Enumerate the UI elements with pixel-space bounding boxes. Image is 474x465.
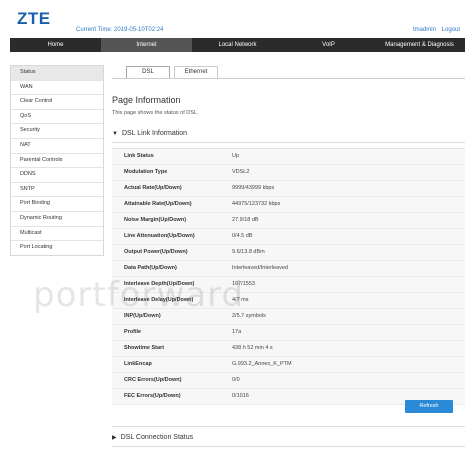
sidebar-item-status[interactable]: Status (11, 66, 103, 81)
row-label: Profile (124, 329, 142, 335)
table-row: Showtime Start 438 h 52 min 4 s (112, 341, 465, 357)
page-description: This page shows the status of DSL. (112, 110, 199, 116)
row-value: 44975/123732 kbps (232, 201, 281, 207)
sidebar-item-security[interactable]: Security (11, 124, 103, 139)
refresh-button[interactable]: Refresh (405, 400, 453, 413)
nav-voip[interactable]: VoIP (283, 38, 374, 52)
table-row: Line Attenuation(Up/Down) 0/4.5 dB (112, 229, 465, 245)
row-value: VDSL2 (232, 169, 250, 175)
row-label: CRC Errors(Up/Down) (124, 377, 182, 383)
row-label: INP(Up/Down) (124, 313, 161, 319)
row-label: Attainable Rate(Up/Down) (124, 201, 192, 207)
sidebar-item-wan[interactable]: WAN (11, 81, 103, 96)
section-divider (112, 446, 465, 447)
row-value: G.993.2_Annex_K_PTM (232, 361, 292, 367)
row-label: Showtime Start (124, 345, 165, 351)
row-value: Up (232, 153, 240, 159)
section-divider (112, 426, 465, 427)
sidebar-item-dynamic-routing[interactable]: Dynamic Routing (11, 212, 103, 227)
row-value: Interleaved/Interleaved (232, 265, 288, 271)
row-value: 0/4.5 dB (232, 233, 253, 239)
page-title: Page Information (112, 95, 181, 105)
sidebar-item-port-locating[interactable]: Port Locating (11, 241, 103, 255)
row-label: Interleave Depth(Up/Down) (124, 281, 195, 287)
collapsed-triangle-icon: ▶ (112, 435, 117, 441)
section-title: DSL Link Information (121, 130, 188, 137)
row-label: Output Power(Up/Down) (124, 249, 188, 255)
row-value: 9999/43999 kbps (232, 185, 275, 191)
table-row: LinkEncap G.993.2_Annex_K_PTM (112, 357, 465, 373)
row-label: Actual Rate(Up/Down) (124, 185, 182, 191)
row-value: 9.6/13.8 dBm (232, 249, 265, 255)
table-row: Attainable Rate(Up/Down) 44975/123732 kbp… (112, 197, 465, 213)
tab-divider (112, 78, 465, 79)
row-value: 167/1553 (232, 281, 255, 287)
table-row: Actual Rate(Up/Down) 9999/43999 kbps (112, 181, 465, 197)
table-row: Data Path(Up/Down) Interleaved/Interleave… (112, 261, 465, 277)
sidebar-item-port-binding[interactable]: Port Binding (11, 197, 103, 212)
sidebar-item-parental-controls[interactable]: Parental Controls (11, 154, 103, 169)
dsl-info-table: Link Status Up Modulation Type VDSL2 Actua… (112, 148, 465, 405)
tab-ethernet[interactable]: Ethernet (174, 66, 218, 78)
sidebar-item-clear-control[interactable]: Clear Control (11, 95, 103, 110)
table-row: Modulation Type VDSL2 (112, 165, 465, 181)
nav-management-diagnosis[interactable]: Management & Diagnosis (374, 38, 465, 52)
table-row: Interleave Delay(Up/Down) 4/7 ms (112, 293, 465, 309)
current-time: Current Time: 2019-05-10T02:24 (76, 27, 164, 33)
table-row: Output Power(Up/Down) 9.6/13.8 dBm (112, 245, 465, 261)
nav-internet[interactable]: Internet (101, 38, 192, 52)
dsl-link-info-header[interactable]: ▼ DSL Link Information (112, 130, 187, 137)
row-value: 0/1016 (232, 393, 249, 399)
row-label: Data Path(Up/Down) (124, 265, 177, 271)
row-label: FEC Errors(Up/Down) (124, 393, 181, 399)
table-row: Profile 17a (112, 325, 465, 341)
logout-link[interactable]: Logout (442, 27, 460, 33)
row-label: Noise Margin(Up/Down) (124, 217, 187, 223)
table-row: Link Status Up (112, 149, 465, 165)
user-box: tmadmin Logout (409, 27, 460, 33)
table-row: INP(Up/Down) 2/5.7 symbols (112, 309, 465, 325)
row-label: Link Status (124, 153, 154, 159)
row-value: 27.9/18 dB (232, 217, 259, 223)
expanded-triangle-icon: ▼ (112, 131, 118, 137)
row-value: 2/5.7 symbols (232, 313, 266, 319)
tab-dsl[interactable]: DSL (126, 66, 170, 78)
table-row: Interleave Depth(Up/Down) 167/1553 (112, 277, 465, 293)
row-label: Line Attenuation(Up/Down) (124, 233, 195, 239)
nav-home[interactable]: Home (10, 38, 101, 52)
sidebar-item-multicast[interactable]: Multicast (11, 227, 103, 242)
row-value: 0/0 (232, 377, 240, 383)
table-row: CRC Errors(Up/Down) 0/0 (112, 373, 465, 389)
row-value: 438 h 52 min 4 s (232, 345, 273, 351)
section-divider (112, 142, 465, 143)
row-label: LinkEncap (124, 361, 152, 367)
sidebar-item-sntp[interactable]: SNTP (11, 183, 103, 198)
row-value: 17a (232, 329, 242, 335)
nav-local-network[interactable]: Local Network (192, 38, 283, 52)
row-label: Interleave Delay(Up/Down) (124, 297, 194, 303)
sidebar-item-qos[interactable]: QoS (11, 110, 103, 125)
zte-logo: ZTE (17, 9, 51, 28)
sidebar: Status WAN Clear Control QoS Security NA… (10, 65, 104, 256)
row-label: Modulation Type (124, 169, 168, 175)
top-nav: Home Internet Local Network VoIP Managem… (10, 38, 465, 52)
sidebar-item-ddns[interactable]: DDNS (11, 168, 103, 183)
username-link[interactable]: tmadmin (413, 27, 436, 33)
table-row: Noise Margin(Up/Down) 27.9/18 dB (112, 213, 465, 229)
sidebar-item-nat[interactable]: NAT (11, 139, 103, 154)
row-value: 4/7 ms (232, 297, 249, 303)
section-title: DSL Connection Status (120, 434, 194, 441)
tab-bar: DSL Ethernet (126, 66, 222, 78)
dsl-connection-status-header[interactable]: ▶ DSL Connection Status (112, 434, 193, 441)
